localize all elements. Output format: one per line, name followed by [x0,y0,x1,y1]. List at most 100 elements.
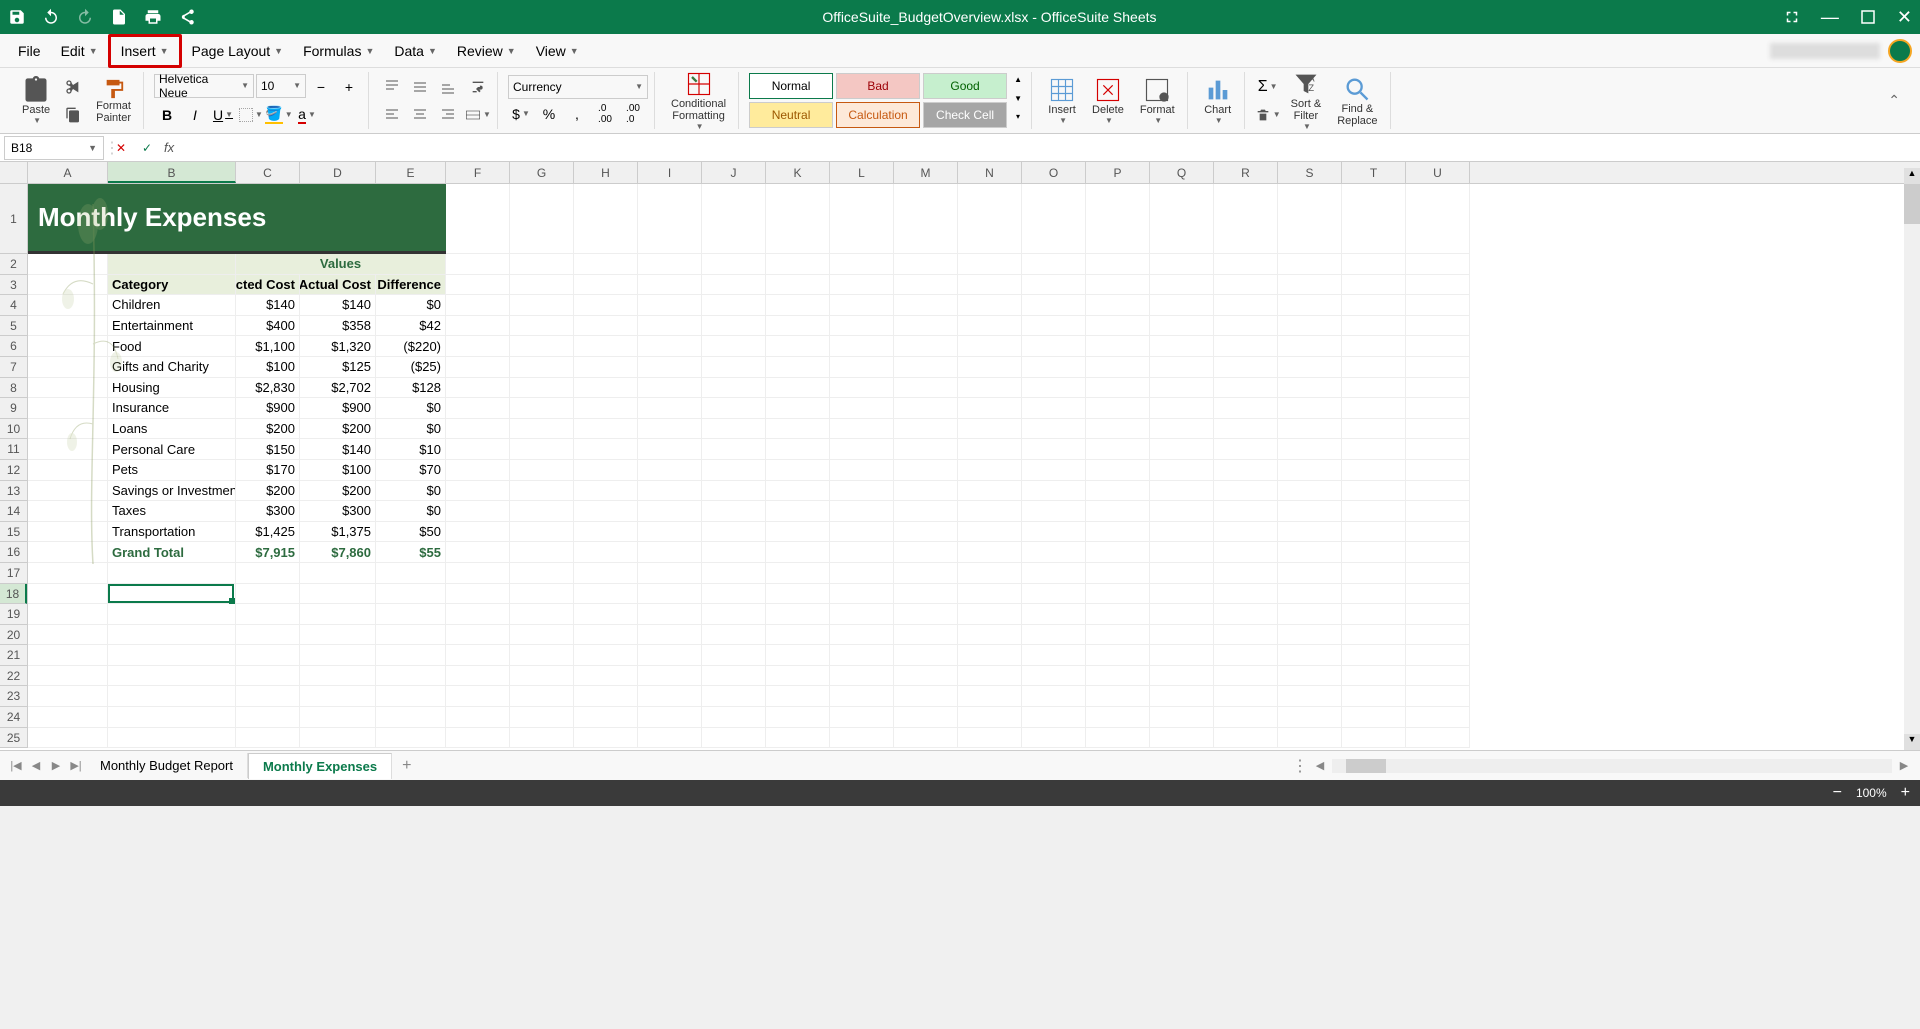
menu-file[interactable]: File [8,37,51,65]
menu-insert[interactable]: Insert▼ [108,34,182,68]
share-icon[interactable] [178,8,196,26]
align-right-button[interactable] [435,102,461,128]
zoom-in-button[interactable]: + [1901,784,1910,802]
col-header-M[interactable]: M [894,162,958,183]
row-header-12[interactable]: 12 [0,460,27,481]
col-header-D[interactable]: D [300,162,376,183]
fill-color-button[interactable]: 🪣▼ [266,102,292,128]
row-header-7[interactable]: 7 [0,357,27,378]
col-header-P[interactable]: P [1086,162,1150,183]
copy-button[interactable] [60,102,86,128]
zoom-out-button[interactable]: − [1833,784,1842,802]
align-middle-button[interactable] [407,74,433,100]
horizontal-scrollbar[interactable] [1332,759,1892,773]
menu-view[interactable]: View▼ [526,37,589,65]
fullscreen-icon[interactable] [1783,8,1801,26]
scroll-up-button[interactable]: ▲ [1904,168,1920,184]
cancel-formula-button[interactable]: ✕ [108,141,134,155]
add-sheet-button[interactable]: + [392,753,421,779]
row-header-3[interactable]: 3 [0,275,27,296]
col-header-H[interactable]: H [574,162,638,183]
insert-cells-button[interactable]: Insert▼ [1042,74,1082,127]
style-good[interactable]: Good [923,73,1007,99]
clear-button[interactable]: ▼ [1255,102,1281,128]
sort-filter-button[interactable]: AZSort & Filter▼ [1285,68,1328,133]
col-header-J[interactable]: J [702,162,766,183]
increase-decimal-button[interactable]: .0.00 [592,101,618,127]
values-header[interactable]: Values [236,254,446,275]
row-header-10[interactable]: 10 [0,419,27,440]
row-header-9[interactable]: 9 [0,398,27,419]
col-header-T[interactable]: T [1342,162,1406,183]
decrease-decimal-button[interactable]: .00.0 [620,101,646,127]
tab-nav-first[interactable]: |◀ [6,759,26,772]
hscroll-right[interactable]: ▶ [1894,759,1914,772]
row-header-22[interactable]: 22 [0,666,27,687]
new-doc-icon[interactable] [110,8,128,26]
col-header-A[interactable]: A [28,162,108,183]
wrap-text-button[interactable] [465,74,491,100]
row-header-13[interactable]: 13 [0,481,27,502]
menu-edit[interactable]: Edit▼ [51,37,108,65]
font-name-select[interactable]: Helvetica Neue▼ [154,74,254,98]
row-header-14[interactable]: 14 [0,501,27,522]
style-scroll-up[interactable]: ▲ [1011,75,1025,89]
spreadsheet-grid[interactable]: ABCDEFGHIJKLMNOPQRSTU 123456789101112131… [0,162,1920,750]
border-button[interactable]: ▼ [238,102,264,128]
style-bad[interactable]: Bad [836,73,920,99]
maximize-icon[interactable] [1859,8,1877,26]
currency-button[interactable]: $▼ [508,101,534,127]
row-header-23[interactable]: 23 [0,686,27,707]
save-icon[interactable] [8,8,26,26]
horizontal-scroll-thumb[interactable] [1346,759,1386,773]
menu-review[interactable]: Review▼ [447,37,526,65]
col-header-K[interactable]: K [766,162,830,183]
col-header-N[interactable]: N [958,162,1022,183]
row-header-21[interactable]: 21 [0,645,27,666]
tab-nav-last[interactable]: ▶| [66,759,86,772]
style-calculation[interactable]: Calculation [836,102,920,128]
ribbon-collapse-button[interactable]: ⌃ [1878,88,1910,113]
minimize-button[interactable]: — [1821,7,1839,28]
col-header-S[interactable]: S [1278,162,1342,183]
row-header-18[interactable]: 18 [0,584,27,605]
select-all-corner[interactable] [0,162,28,183]
number-format-select[interactable]: Currency▼ [508,75,648,99]
conditional-formatting-button[interactable]: Conditional Formatting▼ [665,68,732,133]
underline-button[interactable]: U▼ [210,102,236,128]
tab-nav-prev[interactable]: ◀ [26,759,46,772]
sheet-title-cell[interactable]: Monthly Expenses [28,184,446,254]
undo-icon[interactable] [42,8,60,26]
find-replace-button[interactable]: Find & Replace [1331,73,1383,129]
menu-page-layout[interactable]: Page Layout▼ [182,37,294,65]
row-header-2[interactable]: 2 [0,254,27,275]
format-cells-button[interactable]: Format▼ [1134,74,1181,127]
sheet-tab-budget-report[interactable]: Monthly Budget Report [86,753,248,778]
tab-nav-next[interactable]: ▶ [46,759,66,772]
style-scroll-down[interactable]: ▼ [1011,94,1025,108]
col-header-I[interactable]: I [638,162,702,183]
format-painter-button[interactable]: Format Painter [90,76,137,126]
merge-cells-button[interactable]: ▼ [465,102,491,128]
bold-button[interactable]: B [154,102,180,128]
cut-button[interactable] [60,74,86,100]
zoom-level[interactable]: 100% [1856,786,1887,800]
menu-data[interactable]: Data▼ [384,37,447,65]
row-header-6[interactable]: 6 [0,336,27,357]
vertical-scrollbar[interactable]: ▲ ▼ [1904,184,1920,750]
row-header-17[interactable]: 17 [0,563,27,584]
col-header-C[interactable]: C [236,162,300,183]
print-icon[interactable] [144,8,162,26]
col-header-Q[interactable]: Q [1150,162,1214,183]
row-header-1[interactable]: 1 [0,184,27,254]
font-color-button[interactable]: a▼ [294,102,320,128]
style-neutral[interactable]: Neutral [749,102,833,128]
align-bottom-button[interactable] [435,74,461,100]
comma-button[interactable]: , [564,101,590,127]
name-box[interactable]: B18▼ [4,136,104,160]
row-header-16[interactable]: 16 [0,542,27,563]
align-center-button[interactable] [407,102,433,128]
row-header-19[interactable]: 19 [0,604,27,625]
close-button[interactable]: ✕ [1897,7,1912,28]
hscroll-left[interactable]: ◀ [1310,759,1330,772]
